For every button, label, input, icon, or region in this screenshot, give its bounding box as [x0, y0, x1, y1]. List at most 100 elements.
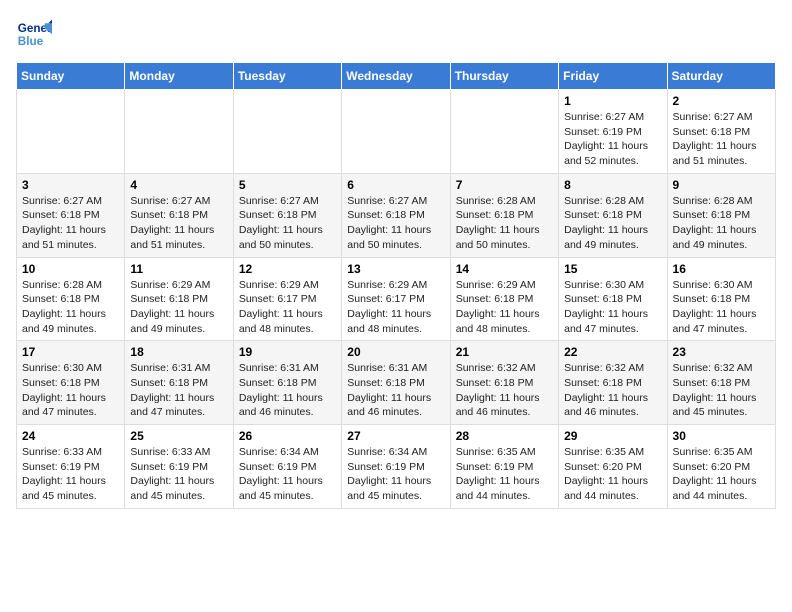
calendar-cell: 13 Sunrise: 6:29 AM Sunset: 6:17 PM Dayli… — [342, 257, 450, 341]
calendar-cell: 11 Sunrise: 6:29 AM Sunset: 6:18 PM Dayli… — [125, 257, 233, 341]
calendar-cell: 30 Sunrise: 6:35 AM Sunset: 6:20 PM Dayli… — [667, 425, 775, 509]
calendar-cell: 24 Sunrise: 6:33 AM Sunset: 6:19 PM Dayli… — [17, 425, 125, 509]
calendar-cell: 3 Sunrise: 6:27 AM Sunset: 6:18 PM Daylig… — [17, 173, 125, 257]
day-info: Sunrise: 6:27 AM Sunset: 6:18 PM Dayligh… — [22, 194, 119, 253]
day-info: Sunrise: 6:30 AM Sunset: 6:18 PM Dayligh… — [564, 278, 661, 337]
calendar-cell: 21Sunrise: 6:32 AM Sunset: 6:18 PM Dayli… — [450, 341, 558, 425]
day-number: 20 — [347, 345, 444, 359]
calendar-cell: 17 Sunrise: 6:30 AM Sunset: 6:18 PM Dayli… — [17, 341, 125, 425]
day-info: Sunrise: 6:27 AM Sunset: 6:18 PM Dayligh… — [347, 194, 444, 253]
day-number: 23 — [673, 345, 770, 359]
page-header: General Blue — [16, 16, 776, 52]
day-info: Sunrise: 6:34 AM Sunset: 6:19 PM Dayligh… — [239, 445, 336, 504]
day-number: 4 — [130, 178, 227, 192]
calendar-cell: 7 Sunrise: 6:28 AM Sunset: 6:18 PM Daylig… — [450, 173, 558, 257]
day-number: 26 — [239, 429, 336, 443]
day-info: Sunrise: 6:35 AM Sunset: 6:20 PM Dayligh… — [564, 445, 661, 504]
day-number: 16 — [673, 262, 770, 276]
day-info: Sunrise: 6:28 AM Sunset: 6:18 PM Dayligh… — [564, 194, 661, 253]
svg-text:Blue: Blue — [18, 35, 44, 48]
calendar-cell: 14Sunrise: 6:29 AM Sunset: 6:18 PM Dayli… — [450, 257, 558, 341]
day-info: Sunrise: 6:27 AM Sunset: 6:18 PM Dayligh… — [673, 110, 770, 169]
day-number: 2 — [673, 94, 770, 108]
day-number: 24 — [22, 429, 119, 443]
day-info: Sunrise: 6:33 AM Sunset: 6:19 PM Dayligh… — [130, 445, 227, 504]
day-info: Sunrise: 6:31 AM Sunset: 6:18 PM Dayligh… — [130, 361, 227, 420]
day-number: 29 — [564, 429, 661, 443]
day-info: Sunrise: 6:27 AM Sunset: 6:19 PM Dayligh… — [564, 110, 661, 169]
day-info: Sunrise: 6:32 AM Sunset: 6:18 PM Dayligh… — [564, 361, 661, 420]
day-info: Sunrise: 6:30 AM Sunset: 6:18 PM Dayligh… — [673, 278, 770, 337]
day-info: Sunrise: 6:32 AM Sunset: 6:18 PM Dayligh… — [673, 361, 770, 420]
calendar-week-row: 3 Sunrise: 6:27 AM Sunset: 6:18 PM Daylig… — [17, 173, 776, 257]
day-number: 14 — [456, 262, 553, 276]
calendar-cell — [125, 90, 233, 174]
calendar-cell: 5Sunrise: 6:27 AM Sunset: 6:18 PM Daylig… — [233, 173, 341, 257]
calendar-header-row: SundayMondayTuesdayWednesdayThursdayFrid… — [17, 63, 776, 90]
calendar-cell: 4 Sunrise: 6:27 AM Sunset: 6:18 PM Daylig… — [125, 173, 233, 257]
day-of-week-header: Sunday — [17, 63, 125, 90]
day-number: 9 — [673, 178, 770, 192]
day-info: Sunrise: 6:35 AM Sunset: 6:20 PM Dayligh… — [673, 445, 770, 504]
day-info: Sunrise: 6:28 AM Sunset: 6:18 PM Dayligh… — [22, 278, 119, 337]
day-number: 8 — [564, 178, 661, 192]
day-info: Sunrise: 6:29 AM Sunset: 6:17 PM Dayligh… — [347, 278, 444, 337]
calendar-cell: 27Sunrise: 6:34 AM Sunset: 6:19 PM Dayli… — [342, 425, 450, 509]
calendar-cell: 2 Sunrise: 6:27 AM Sunset: 6:18 PM Daylig… — [667, 90, 775, 174]
day-number: 19 — [239, 345, 336, 359]
calendar-cell: 12Sunrise: 6:29 AM Sunset: 6:17 PM Dayli… — [233, 257, 341, 341]
calendar-cell: 23 Sunrise: 6:32 AM Sunset: 6:18 PM Dayli… — [667, 341, 775, 425]
calendar-cell: 29 Sunrise: 6:35 AM Sunset: 6:20 PM Dayli… — [559, 425, 667, 509]
logo: General Blue — [16, 16, 52, 52]
day-info: Sunrise: 6:29 AM Sunset: 6:17 PM Dayligh… — [239, 278, 336, 337]
day-number: 18 — [130, 345, 227, 359]
day-number: 30 — [673, 429, 770, 443]
calendar-cell — [342, 90, 450, 174]
day-info: Sunrise: 6:28 AM Sunset: 6:18 PM Dayligh… — [673, 194, 770, 253]
calendar: SundayMondayTuesdayWednesdayThursdayFrid… — [16, 62, 776, 509]
day-number: 25 — [130, 429, 227, 443]
day-of-week-header: Wednesday — [342, 63, 450, 90]
day-number: 17 — [22, 345, 119, 359]
day-number: 3 — [22, 178, 119, 192]
calendar-cell: 22 Sunrise: 6:32 AM Sunset: 6:18 PM Dayli… — [559, 341, 667, 425]
day-info: Sunrise: 6:29 AM Sunset: 6:18 PM Dayligh… — [130, 278, 227, 337]
day-number: 15 — [564, 262, 661, 276]
calendar-cell: 19 Sunrise: 6:31 AM Sunset: 6:18 PM Dayli… — [233, 341, 341, 425]
day-number: 7 — [456, 178, 553, 192]
calendar-week-row: 24 Sunrise: 6:33 AM Sunset: 6:19 PM Dayli… — [17, 425, 776, 509]
calendar-cell: 18 Sunrise: 6:31 AM Sunset: 6:18 PM Dayli… — [125, 341, 233, 425]
calendar-cell: 16 Sunrise: 6:30 AM Sunset: 6:18 PM Dayli… — [667, 257, 775, 341]
day-info: Sunrise: 6:28 AM Sunset: 6:18 PM Dayligh… — [456, 194, 553, 253]
day-info: Sunrise: 6:34 AM Sunset: 6:19 PM Dayligh… — [347, 445, 444, 504]
day-info: Sunrise: 6:27 AM Sunset: 6:18 PM Dayligh… — [239, 194, 336, 253]
calendar-cell — [450, 90, 558, 174]
day-info: Sunrise: 6:27 AM Sunset: 6:18 PM Dayligh… — [130, 194, 227, 253]
day-of-week-header: Monday — [125, 63, 233, 90]
day-number: 1 — [564, 94, 661, 108]
calendar-cell: 8 Sunrise: 6:28 AM Sunset: 6:18 PM Daylig… — [559, 173, 667, 257]
calendar-cell — [233, 90, 341, 174]
day-info: Sunrise: 6:32 AM Sunset: 6:18 PM Dayligh… — [456, 361, 553, 420]
day-number: 13 — [347, 262, 444, 276]
calendar-cell: 6Sunrise: 6:27 AM Sunset: 6:18 PM Daylig… — [342, 173, 450, 257]
day-info: Sunrise: 6:33 AM Sunset: 6:19 PM Dayligh… — [22, 445, 119, 504]
logo-icon: General Blue — [16, 16, 52, 52]
calendar-week-row: 1 Sunrise: 6:27 AM Sunset: 6:19 PM Daylig… — [17, 90, 776, 174]
calendar-week-row: 17 Sunrise: 6:30 AM Sunset: 6:18 PM Dayli… — [17, 341, 776, 425]
day-number: 10 — [22, 262, 119, 276]
calendar-cell: 25 Sunrise: 6:33 AM Sunset: 6:19 PM Dayli… — [125, 425, 233, 509]
calendar-cell: 9 Sunrise: 6:28 AM Sunset: 6:18 PM Daylig… — [667, 173, 775, 257]
day-number: 22 — [564, 345, 661, 359]
day-info: Sunrise: 6:35 AM Sunset: 6:19 PM Dayligh… — [456, 445, 553, 504]
calendar-cell: 15 Sunrise: 6:30 AM Sunset: 6:18 PM Dayli… — [559, 257, 667, 341]
calendar-cell: 10 Sunrise: 6:28 AM Sunset: 6:18 PM Dayli… — [17, 257, 125, 341]
day-info: Sunrise: 6:31 AM Sunset: 6:18 PM Dayligh… — [347, 361, 444, 420]
day-of-week-header: Thursday — [450, 63, 558, 90]
day-info: Sunrise: 6:31 AM Sunset: 6:18 PM Dayligh… — [239, 361, 336, 420]
day-info: Sunrise: 6:30 AM Sunset: 6:18 PM Dayligh… — [22, 361, 119, 420]
day-number: 11 — [130, 262, 227, 276]
calendar-cell: 28Sunrise: 6:35 AM Sunset: 6:19 PM Dayli… — [450, 425, 558, 509]
calendar-week-row: 10 Sunrise: 6:28 AM Sunset: 6:18 PM Dayli… — [17, 257, 776, 341]
day-of-week-header: Friday — [559, 63, 667, 90]
